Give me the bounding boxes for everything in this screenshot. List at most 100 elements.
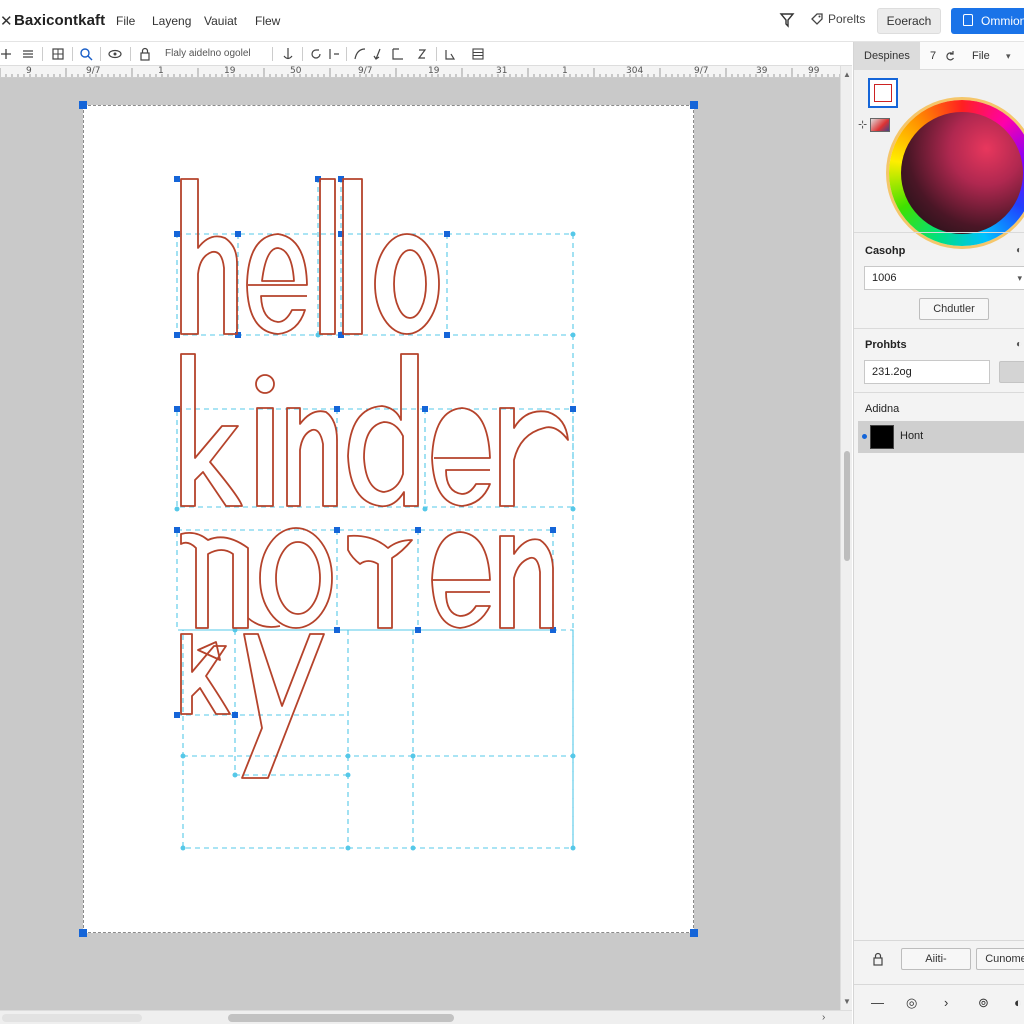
compass-icon[interactable]: ◎ — [906, 995, 917, 1011]
chevron-down-icon[interactable]: ▾ — [1017, 267, 1022, 289]
props-apply-button[interactable] — [999, 361, 1024, 383]
glyph-e — [246, 233, 308, 335]
lock-icon[interactable] — [872, 952, 884, 966]
align-icon[interactable] — [470, 46, 486, 62]
glyph-r — [499, 407, 569, 507]
menu-file[interactable]: File — [116, 14, 135, 28]
glyph-i — [256, 407, 274, 507]
horizontal-ruler: 9 9/7 1 19 50 9/7 19 31 1 304 9/7 39 99 — [0, 66, 852, 78]
ruler-label: 19 — [428, 66, 440, 76]
glyph-h — [180, 178, 238, 335]
ruler-label: 31 — [496, 66, 508, 76]
props-section-mark: ◐ — [1015, 339, 1022, 350]
horizontal-scroll-track — [2, 1014, 142, 1022]
toolbar-divider — [100, 47, 101, 61]
glyph-o — [374, 233, 440, 335]
panel-tabs: Despines 7 File ▾ — [854, 42, 1024, 70]
menu-layers[interactable]: Layeng — [152, 14, 191, 28]
footer-add-button[interactable]: Aiiti- — [901, 948, 971, 970]
color-wheel[interactable] — [889, 100, 1024, 246]
ruler-label: 9/7 — [86, 66, 101, 76]
panel-divider — [854, 392, 1024, 393]
menu-variant[interactable]: Vauiat — [204, 14, 237, 28]
toolbar-divider — [42, 47, 43, 61]
minus-icon[interactable]: — — [871, 995, 884, 1010]
scroll-up-icon[interactable]: ▲ — [843, 70, 851, 79]
ruler-label: 19 — [224, 66, 236, 76]
color-picker-field[interactable] — [901, 112, 1023, 234]
glyph-d — [347, 353, 419, 508]
pointer-icon[interactable] — [442, 46, 458, 62]
ruler-label: 9/7 — [694, 66, 709, 76]
color-preview-area: ⊹ — [854, 70, 1024, 250]
horizontal-scrollbar[interactable]: › — [0, 1010, 852, 1024]
stroke-swatch[interactable] — [870, 118, 890, 132]
lock-icon[interactable] — [137, 46, 153, 62]
warp-icon[interactable] — [390, 46, 406, 62]
selection-dot — [862, 434, 867, 439]
panel-divider — [854, 232, 1024, 233]
swatch-list-item[interactable]: Hont — [858, 421, 1024, 453]
glyph-n2 — [180, 531, 249, 629]
color-section-mark: ◐ — [1015, 245, 1022, 256]
toolbar-divider — [130, 47, 131, 61]
ruler-label: 39 — [756, 66, 768, 76]
grid-icon[interactable] — [50, 46, 66, 62]
close-icon[interactable]: ✕ — [0, 12, 13, 30]
eye-icon[interactable] — [107, 46, 123, 62]
canvas-area[interactable] — [0, 78, 840, 1010]
vertical-scrollbar[interactable]: ▲ ▼ — [840, 66, 852, 1010]
ruler-label: 9 — [26, 66, 32, 76]
tab-despines[interactable]: Despines — [854, 42, 920, 70]
lettering-artwork[interactable] — [0, 78, 840, 1010]
footer-add-label: Aiiti- — [925, 953, 947, 965]
anchor-icon[interactable] — [280, 46, 296, 62]
refresh-icon[interactable] — [944, 50, 956, 62]
fill-swatch[interactable] — [868, 78, 898, 108]
glyph-anchor-points — [174, 176, 576, 718]
chevron-down-icon[interactable]: ▾ — [1006, 51, 1011, 62]
color-value-field[interactable]: 1006 ▾ — [864, 266, 1024, 290]
tab-file[interactable]: File — [972, 42, 990, 70]
scroll-down-icon[interactable]: ▼ — [843, 997, 851, 1006]
down-arrow-icon[interactable] — [370, 46, 386, 62]
app-window: ✕ Baxicontkaft File Layeng Vauiat Flew P… — [0, 0, 1024, 1024]
flip-icon[interactable] — [326, 46, 342, 62]
glyph-l2 — [342, 178, 363, 335]
bag-icon — [963, 14, 973, 26]
props-value-field[interactable]: 231.2og — [864, 360, 990, 384]
glyph-n3 — [499, 535, 554, 629]
panel-divider — [854, 328, 1024, 329]
search-icon[interactable] — [78, 46, 94, 62]
ruler-label: 50 — [290, 66, 302, 76]
portals-button[interactable]: Porelts — [810, 12, 865, 26]
glyph-o2-inner — [275, 541, 321, 615]
plus-icon[interactable] — [0, 46, 14, 62]
glyph-k2 — [180, 633, 231, 715]
layers-icon[interactable] — [20, 46, 36, 62]
primary-action-button[interactable]: Ommion — [951, 8, 1024, 34]
panel-footer: Aiiti- Cunome — [854, 940, 1024, 976]
ruler-label: 304 — [626, 66, 644, 76]
pin-icon[interactable]: ⊹ — [858, 118, 867, 131]
glyph-l1 — [319, 178, 336, 335]
node-icon[interactable] — [414, 46, 430, 62]
settings-icon[interactable]: ⊚ — [978, 995, 989, 1011]
glyph-o-inner — [393, 249, 427, 319]
horizontal-scroll-thumb[interactable] — [228, 1014, 454, 1022]
footer-custom-button[interactable]: Cunome — [976, 948, 1024, 970]
chevron-right-icon[interactable]: › — [944, 995, 948, 1010]
color-apply-button[interactable]: Chdutler — [919, 298, 989, 320]
filter-icon[interactable] — [779, 12, 795, 28]
swatch-item-label: Hont — [900, 430, 924, 442]
menu-bar: ✕ Baxicontkaft File Layeng Vauiat Flew P… — [0, 0, 1024, 42]
glyph-e2 — [431, 407, 491, 507]
search-button[interactable]: Eoerach — [877, 8, 941, 34]
vertical-scroll-thumb[interactable] — [844, 451, 850, 561]
rotate-icon[interactable] — [308, 46, 324, 62]
tab-seven[interactable]: 7 — [930, 42, 936, 70]
scroll-right-icon[interactable]: › — [822, 1012, 825, 1023]
curve-icon[interactable] — [352, 46, 368, 62]
more-icon[interactable]: ◐ — [1014, 995, 1022, 1010]
menu-view[interactable]: Flew — [255, 14, 280, 28]
